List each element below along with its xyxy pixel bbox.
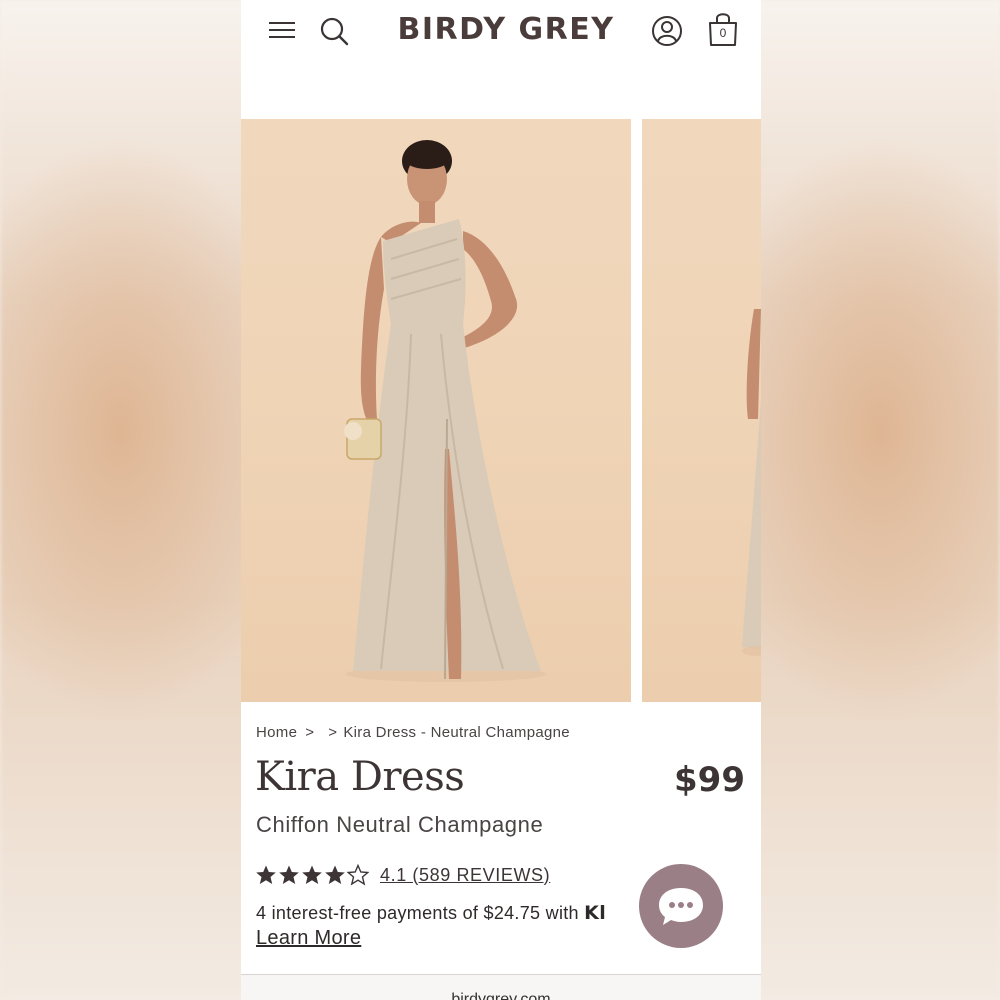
star-filled-icon [279, 865, 299, 884]
brand-logo[interactable]: BIRDY GREY [391, 12, 621, 47]
browser-address-bar[interactable]: birdygrey.com [241, 974, 761, 1000]
product-image-gallery[interactable] [241, 119, 761, 702]
star-empty-icon [347, 864, 369, 886]
product-title: Kira Dress [255, 754, 465, 800]
klarna-logo: Kl [584, 902, 607, 924]
star-filled-icon [325, 865, 345, 884]
search-icon[interactable] [319, 16, 349, 46]
star-filled-icon [302, 865, 322, 884]
browser-url: birdygrey.com [451, 991, 551, 1000]
mobile-viewport: BIRDY GREY 0 Home > > Kira Dress - Neutr… [241, 0, 761, 1000]
learn-more-link[interactable]: Learn More [256, 927, 361, 950]
cart-count-badge: 0 [719, 26, 727, 40]
breadcrumb-home-link[interactable]: Home [256, 724, 297, 741]
product-image-main[interactable] [241, 119, 631, 702]
financing-text: 4 interest-free payments of $24.75 with [256, 903, 585, 923]
chat-button[interactable] [639, 864, 723, 948]
breadcrumb: Home > > Kira Dress - Neutral Champagne [256, 724, 570, 741]
breadcrumb-separator: > [328, 724, 338, 741]
star-filled-icon [256, 865, 276, 884]
breadcrumb-separator: > [305, 724, 315, 741]
reviews-link[interactable]: 4.1 (589 REVIEWS) [380, 865, 550, 886]
site-header: BIRDY GREY 0 [241, 0, 761, 64]
product-image-secondary[interactable] [642, 119, 761, 702]
cart-icon[interactable]: 0 [705, 10, 741, 48]
financing-info: 4 interest-free payments of $24.75 with … [256, 902, 656, 924]
chat-bubble-icon [659, 888, 703, 925]
rating-stars [255, 864, 369, 886]
product-price: $99 [674, 760, 745, 800]
account-icon[interactable] [651, 14, 683, 48]
breadcrumb-current-link[interactable]: Kira Dress - Neutral Champagne [343, 724, 570, 741]
product-subtitle: Chiffon Neutral Champagne [256, 812, 544, 837]
menu-icon[interactable] [269, 20, 295, 40]
product-rating: 4.1 (589 REVIEWS) [255, 864, 550, 886]
